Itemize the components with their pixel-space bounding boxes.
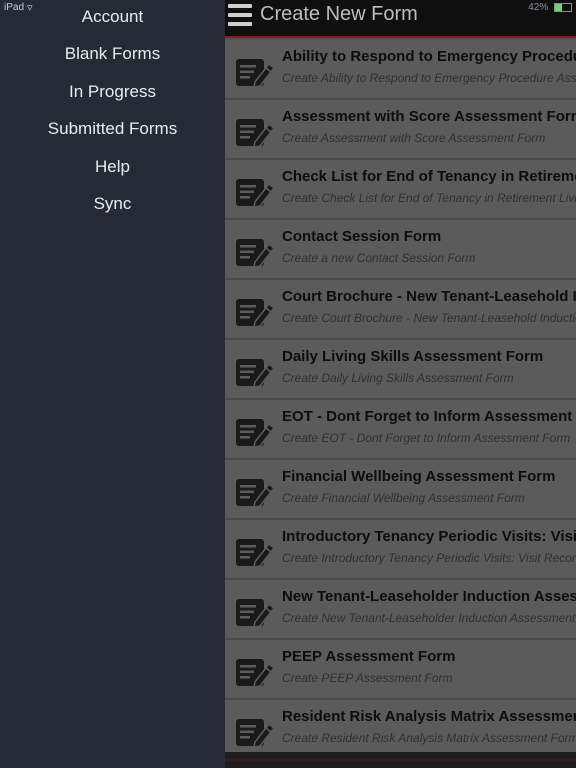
form-subtitle: Create Daily Living Skills Assessment Fo… <box>282 371 514 385</box>
form-list-item[interactable]: PEEP Assessment Form Create PEEP Assessme… <box>225 640 576 700</box>
form-subtitle: Create Court Brochure - New Tenant-Lease… <box>282 311 576 325</box>
wifi-icon: ▿ <box>27 2 33 14</box>
battery-fill <box>555 3 562 11</box>
form-edit-icon <box>235 596 276 628</box>
form-list-item[interactable]: Financial Wellbeing Assessment Form Creat… <box>225 460 576 520</box>
form-title: Contact Session Form <box>282 228 442 245</box>
form-edit-icon <box>235 416 276 448</box>
form-subtitle: Create Resident Risk Analysis Matrix Ass… <box>282 731 576 745</box>
form-subtitle: Create Financial Wellbeing Assessment Fo… <box>282 491 525 505</box>
form-edit-icon <box>235 176 276 208</box>
form-title: Assessment with Score Assessment Form <box>282 108 576 125</box>
menu-item-sync[interactable]: Sync <box>0 189 225 219</box>
form-list-item[interactable]: Court Brochure - New Tenant-Leasehold In… <box>225 280 576 340</box>
form-edit-icon <box>235 56 276 88</box>
form-edit-icon <box>235 236 276 268</box>
form-title: New Tenant-Leaseholder Induction Assessm… <box>282 588 576 605</box>
bottom-bar <box>225 752 576 768</box>
app-screen: iPad ▿ 42% Account Blank Forms In Progre… <box>0 0 576 768</box>
menu-item-submitted-forms[interactable]: Submitted Forms <box>0 114 225 144</box>
form-title: Ability to Respond to Emergency Procedur… <box>282 48 576 65</box>
menu-item-in-progress[interactable]: In Progress <box>0 77 225 107</box>
form-subtitle: Create Check List for End of Tenancy in … <box>282 191 576 205</box>
device-label: iPad <box>4 2 25 13</box>
form-subtitle: Create Ability to Respond to Emergency P… <box>282 71 576 85</box>
form-edit-icon <box>235 116 276 148</box>
form-title: Introductory Tenancy Periodic Visits: Vi… <box>282 528 576 545</box>
form-list-item[interactable]: Contact Session Form Create a new Contact… <box>225 220 576 280</box>
form-list-item[interactable]: Introductory Tenancy Periodic Visits: Vi… <box>225 520 576 580</box>
form-subtitle: Create PEEP Assessment Form <box>282 671 453 685</box>
form-list-item[interactable]: Resident Risk Analysis Matrix Assessment… <box>225 700 576 760</box>
form-list-item[interactable]: New Tenant-Leaseholder Induction Assessm… <box>225 580 576 640</box>
battery-indicator: 42% <box>528 2 572 13</box>
form-list-item[interactable]: Assessment with Score Assessment Form Cre… <box>225 100 576 160</box>
form-title: PEEP Assessment Form <box>282 648 456 665</box>
form-list-item[interactable]: Ability to Respond to Emergency Procedur… <box>225 40 576 100</box>
form-subtitle: Create a new Contact Session Form <box>282 251 476 265</box>
header-divider <box>225 36 576 38</box>
form-subtitle: Create New Tenant-Leaseholder Induction … <box>282 611 576 625</box>
form-edit-icon <box>235 716 276 748</box>
side-menu: Account Blank Forms In Progress Submitte… <box>0 0 225 768</box>
form-list-item[interactable]: Check List for End of Tenancy in Retirem… <box>225 160 576 220</box>
form-subtitle: Create Introductory Tenancy Periodic Vis… <box>282 551 576 565</box>
form-edit-icon <box>235 476 276 508</box>
form-title: Court Brochure - New Tenant-Leasehold In… <box>282 288 576 305</box>
menu-item-help[interactable]: Help <box>0 152 225 182</box>
form-edit-icon <box>235 356 276 388</box>
form-title: Resident Risk Analysis Matrix Assessment… <box>282 708 576 725</box>
form-list: Ability to Respond to Emergency Procedur… <box>225 40 576 760</box>
form-edit-icon <box>235 296 276 328</box>
form-subtitle: Create EOT - Dont Forget to Inform Asses… <box>282 431 571 445</box>
form-title: Financial Wellbeing Assessment Form <box>282 468 556 485</box>
battery-percent: 42% <box>528 2 549 13</box>
battery-icon <box>554 2 572 12</box>
menu-item-blank-forms[interactable]: Blank Forms <box>0 39 225 69</box>
form-list-item[interactable]: Daily Living Skills Assessment Form Creat… <box>225 340 576 400</box>
form-subtitle: Create Assessment with Score Assessment … <box>282 131 546 145</box>
main-panel: Create New Form Ability to Respond to Em… <box>225 0 576 768</box>
form-title: Daily Living Skills Assessment Form <box>282 348 544 365</box>
form-edit-icon <box>235 536 276 568</box>
form-list-item[interactable]: EOT - Dont Forget to Inform Assessment F… <box>225 400 576 460</box>
form-edit-icon <box>235 656 276 688</box>
status-bar: iPad ▿ 42% <box>0 0 576 16</box>
form-title: EOT - Dont Forget to Inform Assessment F… <box>282 408 576 425</box>
form-title: Check List for End of Tenancy in Retirem… <box>282 168 576 185</box>
